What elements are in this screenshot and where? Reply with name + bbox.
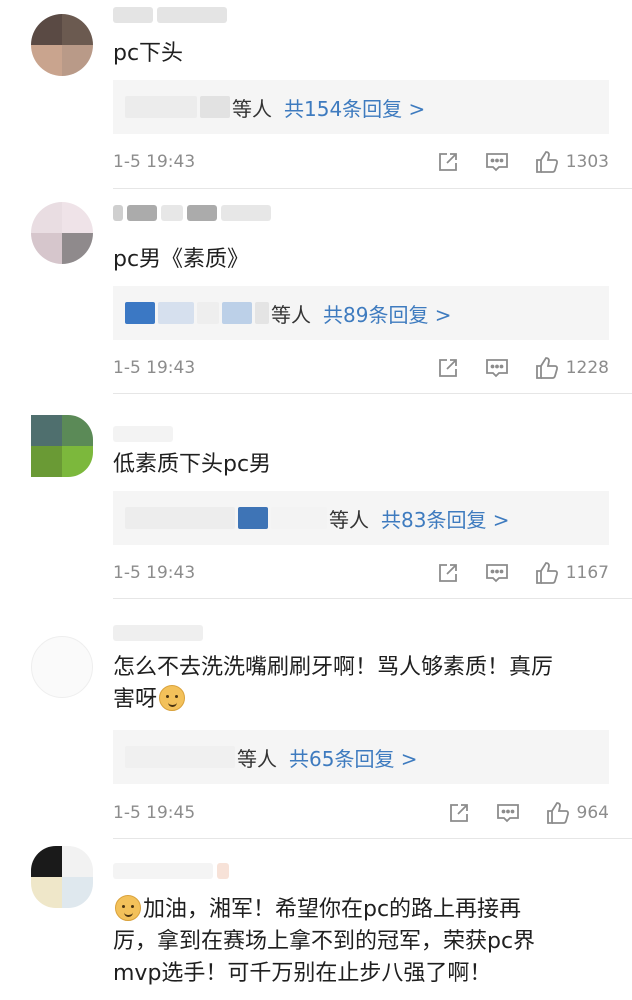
comment-text: 怎么不去洗洗嘴刷刷牙啊！骂人够素质！真厉 害呀	[113, 652, 612, 716]
replies-preview[interactable]: 等人 共154条回复 >	[113, 80, 609, 134]
comment-item: pc下头 等人 共154条回复 > 1-5 19:43 1303	[0, 0, 632, 190]
like-count: 1228	[565, 358, 609, 378]
comment-button[interactable]	[484, 356, 510, 380]
comment-item: 低素质下头pc男 等人 共83条回复 > 1-5 19:43 1167	[0, 395, 632, 600]
comment-text-line-2: 害呀	[113, 684, 612, 716]
comment-time: 1-5 19:45	[113, 803, 196, 823]
comment-text-fragment: 加油，湘军！希望你在pc的路上再接再	[143, 897, 522, 922]
replies-count-link[interactable]: 共83条回复 >	[381, 504, 510, 533]
comment-text-line: 怎么不去洗洗嘴刷刷牙啊！骂人够素质！真厉	[113, 655, 554, 680]
like-button[interactable]: 1167	[534, 560, 609, 586]
comment-meta: 1-5 19:43 1303	[113, 148, 609, 176]
username[interactable]	[113, 423, 173, 445]
comment-text-line-2: 厉，拿到在赛场上拿不到的冠军，荣获pc界	[113, 929, 536, 954]
comment-time: 1-5 19:43	[113, 563, 196, 583]
divider	[113, 598, 632, 599]
like-button[interactable]: 964	[545, 800, 609, 826]
username[interactable]	[113, 622, 203, 644]
doge-emoji-icon	[159, 685, 186, 711]
masked-usernames	[125, 302, 269, 324]
share-icon	[438, 564, 457, 582]
username[interactable]	[113, 4, 227, 26]
thumbs-up-icon	[546, 802, 569, 824]
share-button[interactable]	[436, 561, 460, 585]
share-button[interactable]	[436, 356, 460, 380]
comment-meta: 1-5 19:43 1228	[113, 354, 609, 382]
username[interactable]	[113, 202, 271, 224]
share-icon	[438, 153, 457, 171]
comment-icon	[485, 564, 508, 583]
avatar[interactable]	[31, 846, 93, 908]
username[interactable]	[113, 860, 229, 882]
masked-usernames	[125, 746, 235, 768]
comment-item: 加油，湘军！希望你在pc的路上再接再 厉，拿到在赛场上拿不到的冠军，荣获pc界 …	[0, 840, 632, 1000]
doge-emoji-icon	[115, 895, 141, 921]
like-button[interactable]: 1228	[534, 355, 609, 381]
replies-preview[interactable]: 等人 共83条回复 >	[113, 491, 609, 545]
comment-text: pc男《素质》	[113, 247, 250, 272]
comment-item: 怎么不去洗洗嘴刷刷牙啊！骂人够素质！真厉 害呀 等人 共65条回复 > 1-5 …	[0, 600, 632, 840]
masked-usernames	[125, 507, 327, 529]
comment-text: 加油，湘军！希望你在pc的路上再接再 厉，拿到在赛场上拿不到的冠军，荣获pc界 …	[113, 894, 612, 990]
comment-text-line-3: mvp选手！可千万别在止步八强了啊！	[113, 961, 492, 986]
replies-preview[interactable]: 等人 共89条回复 >	[113, 286, 609, 340]
comment-meta: 1-5 19:45 964	[113, 799, 609, 827]
replies-by-text: 等人	[237, 746, 277, 771]
like-count: 964	[576, 803, 609, 823]
replies-by-text: 等人	[271, 302, 311, 327]
replies-by-text: 等人	[232, 96, 272, 121]
comment-time: 1-5 19:43	[113, 152, 196, 172]
thumbs-up-icon	[535, 151, 558, 173]
avatar[interactable]	[31, 636, 93, 698]
comment-button[interactable]	[484, 150, 510, 174]
replies-count-link[interactable]: 共89条回复 >	[323, 299, 452, 328]
thumbs-up-icon	[535, 357, 558, 379]
comment-item: pc男《素质》 等人 共89条回复 > 1-5 19:43 1228	[0, 190, 632, 395]
comment-icon	[496, 804, 519, 823]
avatar[interactable]	[31, 202, 93, 264]
comment-icon	[485, 359, 508, 378]
replies-count-link[interactable]: 共154条回复 >	[284, 93, 425, 122]
share-icon	[449, 804, 468, 822]
like-button[interactable]: 1303	[534, 149, 609, 175]
like-count: 1167	[565, 563, 609, 583]
divider	[113, 188, 632, 189]
comment-text-fragment: 害呀	[113, 687, 158, 712]
replies-preview[interactable]: 等人 共65条回复 >	[113, 730, 609, 784]
comment-text: pc下头	[113, 41, 184, 66]
comment-meta: 1-5 19:43 1167	[113, 559, 609, 587]
comment-text-line-1: 加油，湘军！希望你在pc的路上再接再	[113, 894, 612, 926]
share-icon	[438, 359, 457, 377]
comment-icon	[485, 153, 508, 172]
replies-by-text: 等人	[329, 507, 369, 532]
thumbs-up-icon	[535, 562, 558, 584]
comment-button[interactable]	[495, 801, 521, 825]
comment-text: 低素质下头pc男	[113, 452, 272, 477]
replies-count-link[interactable]: 共65条回复 >	[289, 743, 418, 772]
masked-usernames	[125, 96, 230, 118]
like-count: 1303	[565, 152, 609, 172]
avatar[interactable]	[31, 14, 93, 76]
comment-button[interactable]	[484, 561, 510, 585]
share-button[interactable]	[436, 150, 460, 174]
divider	[113, 393, 632, 394]
avatar[interactable]	[31, 415, 93, 477]
share-button[interactable]	[447, 801, 471, 825]
comment-time: 1-5 19:43	[113, 358, 196, 378]
divider	[113, 838, 632, 839]
